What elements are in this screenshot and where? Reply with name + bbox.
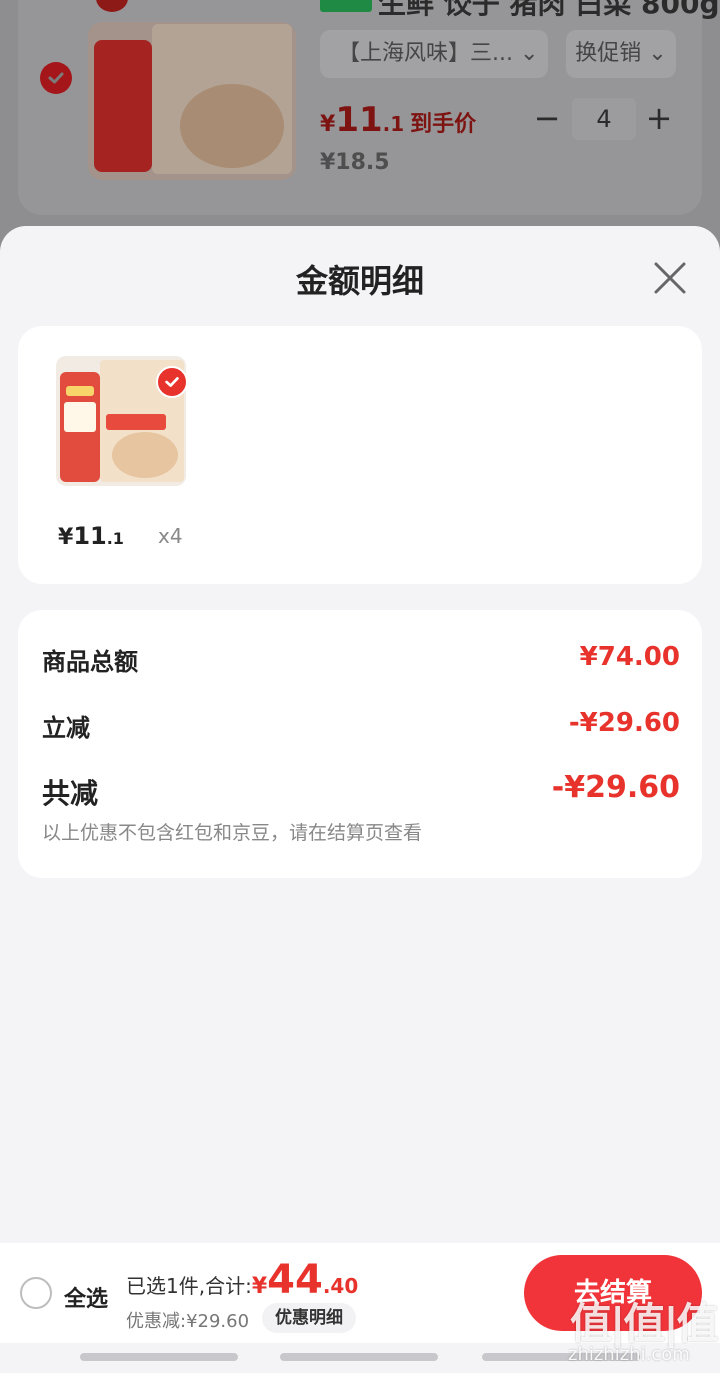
nav-indicator xyxy=(280,1353,438,1361)
cart-item-checkbox[interactable] xyxy=(40,62,72,94)
change-promo-button[interactable]: 换促销 ⌄ xyxy=(566,30,676,78)
checkmark-icon xyxy=(48,72,64,84)
discount-amount: 优惠减:¥29.60 xyxy=(126,1311,250,1332)
cart-background-overlay: 生鲜 饺子 猪肉 白菜 800g 【上海风味】三... ⌄ 换促销 ⌄ ¥11.… xyxy=(0,0,720,260)
select-all-radio[interactable] xyxy=(20,1277,52,1309)
selected-check-icon xyxy=(156,366,188,398)
item-quantity: x4 xyxy=(158,524,183,548)
goods-total-value: ¥74.00 xyxy=(579,642,680,672)
item-price: ¥11.1 xyxy=(58,522,124,550)
sheet-title: 金额明细 xyxy=(295,262,424,300)
cart-item-price: ¥11.1 到手价 xyxy=(320,100,477,140)
cart-item-title: 生鲜 饺子 猪肉 白菜 800g xyxy=(320,0,719,22)
instant-discount-value: -¥29.60 xyxy=(568,708,680,738)
chevron-down-icon: ⌄ xyxy=(519,41,539,66)
cart-product-image[interactable] xyxy=(88,22,296,180)
fresh-tag xyxy=(320,0,372,12)
checkout-button[interactable]: 去结算 xyxy=(524,1255,702,1331)
chevron-down-icon: ⌄ xyxy=(648,41,667,66)
amount-summary-card: 商品总额 ¥74.00 立减 -¥29.60 共减 -¥29.60 以上优惠不包… xyxy=(18,610,702,878)
total-discount-label: 共减 xyxy=(42,777,99,810)
select-all-label[interactable]: 全选 xyxy=(64,1281,108,1313)
discount-detail-button[interactable]: 优惠明细 xyxy=(262,1303,356,1333)
quantity-plus-button[interactable]: + xyxy=(644,100,674,136)
nav-indicator xyxy=(80,1353,238,1361)
cart-item-original-price: ¥18.5 xyxy=(320,150,390,175)
system-nav-bar xyxy=(0,1343,720,1373)
nav-indicator xyxy=(482,1353,640,1361)
checkout-bar: 全选 已选1件,合计:¥44.40 优惠减:¥29.60 优惠明细 去结算 xyxy=(0,1243,720,1343)
selected-total: 已选1件,合计:¥44.40 xyxy=(126,1257,359,1303)
close-icon[interactable] xyxy=(650,258,690,298)
amount-detail-sheet: 金额明细 ¥11.1 x4 商品总额 ¥74.00 立减 -¥29.60 共减 … xyxy=(0,226,720,1373)
total-discount-value: -¥29.60 xyxy=(551,770,680,805)
quantity-minus-button[interactable]: − xyxy=(532,100,562,136)
goods-total-label: 商品总额 xyxy=(42,648,138,676)
discount-note: 以上优惠不包含红包和京豆，请在结算页查看 xyxy=(42,822,423,844)
instant-discount-label: 立减 xyxy=(42,714,90,742)
quantity-input[interactable]: 4 xyxy=(572,98,636,140)
selected-items-card: ¥11.1 x4 xyxy=(18,326,702,584)
spec-selector[interactable]: 【上海风味】三... ⌄ xyxy=(320,30,548,78)
